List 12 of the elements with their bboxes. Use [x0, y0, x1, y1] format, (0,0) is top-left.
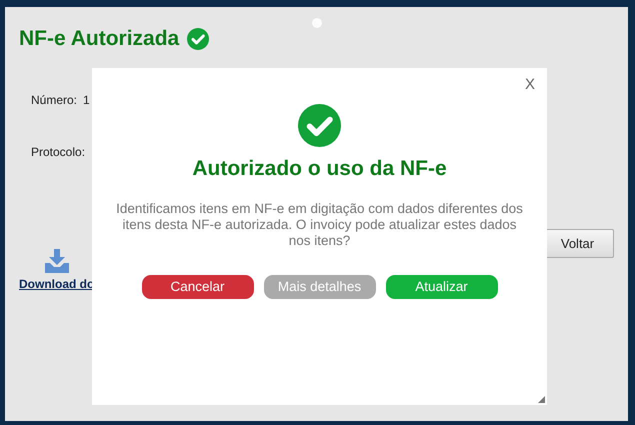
dialog-button[interactable]: Cancelar	[142, 274, 254, 299]
check-circle-icon	[298, 104, 341, 147]
check-circle-icon	[187, 28, 210, 50]
resize-grip-icon[interactable]	[538, 396, 545, 403]
dialog-title: Autorizado o uso da NF-e	[192, 157, 447, 181]
field-label: Protocolo:	[31, 145, 86, 159]
close-button[interactable]: X	[524, 76, 535, 93]
download-icon[interactable]	[44, 249, 70, 273]
field-value: 1	[83, 93, 90, 107]
page-title: NF-e Autorizada	[19, 27, 180, 51]
field-label: Número:	[31, 93, 78, 107]
dialog-message: Identificamos itens em NF-e em digitação com dados diferentes dos itens desta NF-e autorizada. O invoicy pode atualizar estes dados nos itens?	[115, 201, 524, 250]
